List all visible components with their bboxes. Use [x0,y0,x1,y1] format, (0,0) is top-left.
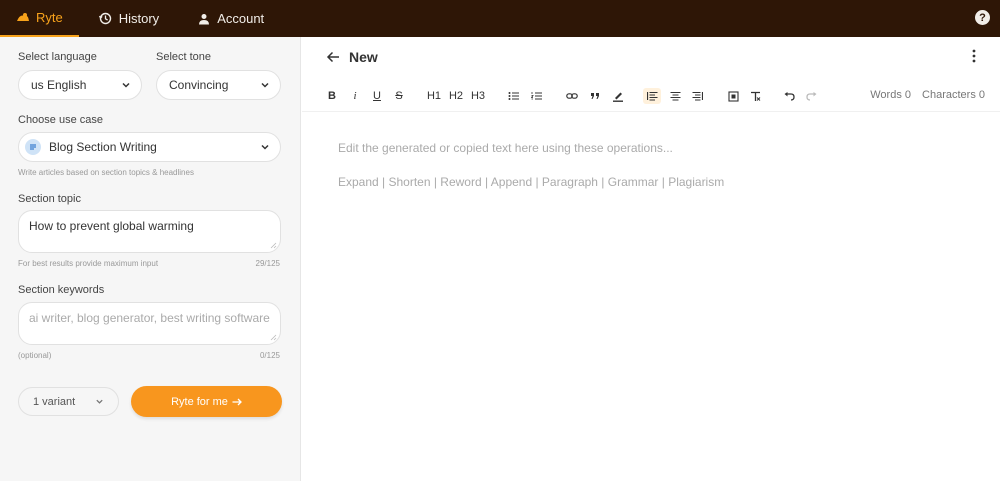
clear-format-icon[interactable] [748,88,762,104]
top-nav-bar: Ryte History Account ? [0,0,1000,37]
question-circle-icon[interactable]: ? [975,10,990,25]
strikethrough-button[interactable]: S [393,88,405,104]
align-left-icon[interactable] [643,88,661,104]
arrow-left-icon[interactable] [326,50,340,64]
italic-button[interactable]: i [350,88,360,104]
language-value: us English [31,78,87,92]
user-icon [197,12,211,26]
resize-handle-icon[interactable] [270,242,277,249]
nav-tab-history-label: History [118,11,160,26]
document-title[interactable]: New [349,49,378,65]
language-label: Select language [18,51,97,63]
tone-value: Convincing [169,78,229,92]
highlight-pen-icon[interactable] [611,88,625,104]
nav-tab-ryte-label: Ryte [36,10,63,25]
topic-char-count: 29/125 [255,259,280,268]
use-case-hint: Write articles based on section topics &… [18,168,194,177]
ryte-logo-icon [16,11,30,25]
heading3-button[interactable]: H3 [470,88,486,104]
history-icon [99,12,113,26]
keywords-placeholder: ai writer, blog generator, best writing … [29,311,270,325]
use-case-value: Blog Section Writing [49,140,157,154]
heading1-button[interactable]: H1 [426,88,442,104]
quote-icon[interactable] [589,88,601,104]
chevron-down-icon [261,144,269,150]
variant-value: 1 variant [33,395,76,408]
editor-placeholder-line1[interactable]: Edit the generated or copied text here u… [338,141,673,155]
nav-tab-history[interactable]: History [87,0,171,37]
nav-tab-account[interactable]: Account [185,0,276,37]
use-case-select[interactable]: Blog Section Writing [18,132,281,162]
topic-label: Section topic [18,193,81,205]
chevron-down-icon [261,82,269,88]
link-icon[interactable] [565,88,579,104]
chevron-down-icon [96,399,103,404]
editor-toolbar: B i U S H1 H2 H3 Words 0 Characters 0 [302,80,1000,112]
underline-button[interactable]: U [371,88,383,104]
insert-block-icon[interactable] [726,88,740,104]
topic-hint: For best results provide maximum input [18,259,159,268]
resize-handle-icon[interactable] [270,334,277,341]
align-right-icon[interactable] [690,88,704,104]
bullet-list-icon[interactable] [507,88,521,104]
keywords-label: Section keywords [18,284,105,296]
keywords-char-count: 0/125 [259,351,280,360]
tone-label: Select tone [156,51,212,63]
input-panel: Select language Select tone us English C… [0,37,301,481]
variant-select[interactable]: 1 variant [18,387,119,416]
editor-placeholder-line2: Expand | Shorten | Reword | Append | Par… [338,175,725,189]
keywords-textarea[interactable]: ai writer, blog generator, best writing … [18,302,281,345]
tone-select[interactable]: Convincing [156,70,281,100]
numbered-list-icon[interactable] [530,88,544,104]
heading2-button[interactable]: H2 [448,88,464,104]
align-center-icon[interactable] [668,88,682,104]
bold-button[interactable]: B [327,88,337,104]
topic-value: How to prevent global warming [29,219,194,233]
document-icon [25,139,41,155]
use-case-label: Choose use case [18,114,103,126]
topic-textarea[interactable]: How to prevent global warming [18,210,281,253]
nav-tab-ryte[interactable]: Ryte [0,0,79,37]
ryte-for-me-label: Ryte for me [171,395,228,408]
ryte-for-me-button[interactable]: Ryte for me [131,386,282,417]
word-count: Words 0 [870,89,911,101]
character-count: Characters 0 [922,89,985,101]
undo-icon[interactable] [782,88,796,104]
arrow-right-icon [232,398,242,405]
editor-header: New [302,37,1000,77]
more-vertical-icon[interactable] [972,49,976,63]
redo-icon[interactable] [805,88,819,104]
keywords-hint: (optional) [18,351,52,360]
nav-tab-account-label: Account [217,11,265,26]
chevron-down-icon [122,82,130,88]
language-select[interactable]: us English [18,70,142,100]
